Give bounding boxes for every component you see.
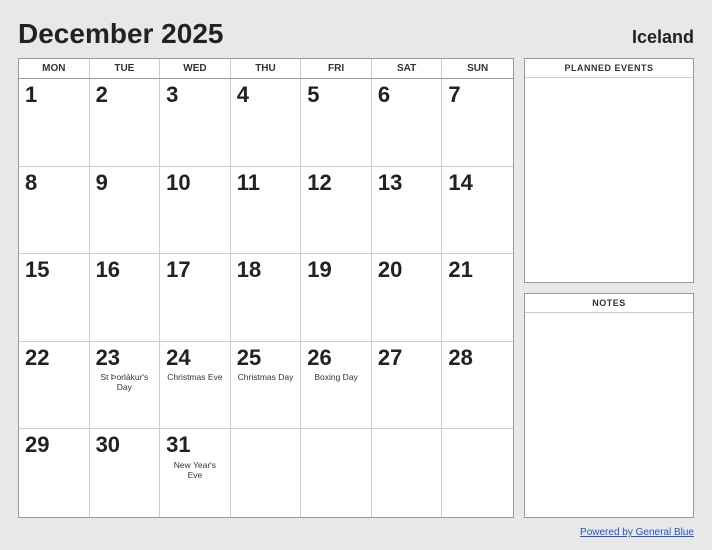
day-cell: 16 [90,254,161,342]
notes-title: NOTES [525,294,693,313]
day-event-label: Christmas Eve [166,372,224,382]
day-cell: 30 [90,429,161,517]
calendar-grid: 1234567891011121314151617181920212223St … [19,79,513,517]
day-number: 1 [25,83,37,107]
day-event-label: New Year's Eve [166,460,224,480]
day-number: 25 [237,346,261,370]
powered-by-link[interactable]: Powered by General Blue [580,527,694,538]
day-number: 15 [25,258,49,282]
day-number: 6 [378,83,390,107]
day-cell: 3 [160,79,231,167]
day-number: 27 [378,346,402,370]
day-event-label: Christmas Day [237,372,295,382]
day-header: SAT [372,59,443,78]
day-number: 22 [25,346,49,370]
day-cell: 4 [231,79,302,167]
day-cell: 29 [19,429,90,517]
day-number: 31 [166,433,190,457]
month-title: December 2025 [18,18,223,50]
day-number: 11 [237,171,260,195]
country-title: Iceland [632,27,694,48]
day-number: 3 [166,83,178,107]
header: December 2025 Iceland [18,18,694,50]
day-number: 29 [25,433,49,457]
day-number: 18 [237,258,261,282]
planned-events-content [525,78,693,282]
main-area: MONTUEWEDTHUFRISATSUN 123456789101112131… [18,58,694,518]
day-number: 5 [307,83,319,107]
day-number: 16 [96,258,120,282]
day-number: 17 [166,258,190,282]
day-cell: 22 [19,342,90,430]
day-number: 10 [166,171,190,195]
day-number: 2 [96,83,108,107]
day-cell [442,429,513,517]
day-cell: 2 [90,79,161,167]
day-cell: 8 [19,167,90,255]
day-number: 20 [378,258,402,282]
day-cell [231,429,302,517]
day-number: 23 [96,346,120,370]
day-number: 26 [307,346,331,370]
day-number: 24 [166,346,190,370]
day-cell: 6 [372,79,443,167]
day-cell: 18 [231,254,302,342]
day-cell: 28 [442,342,513,430]
day-header: TUE [90,59,161,78]
day-header: THU [231,59,302,78]
day-cell [301,429,372,517]
day-number: 19 [307,258,331,282]
day-cell: 1 [19,79,90,167]
day-number: 13 [378,171,402,195]
day-number: 12 [307,171,331,195]
notes-box: NOTES [524,293,694,518]
footer: Powered by General Blue [18,522,694,540]
day-cell: 21 [442,254,513,342]
side-section: PLANNED EVENTS NOTES [524,58,694,518]
day-cell: 24 Christmas Eve [160,342,231,430]
day-cell: 26 Boxing Day [301,342,372,430]
day-cell: 19 [301,254,372,342]
day-number: 30 [96,433,120,457]
day-cell: 23St Þorlákur's Day [90,342,161,430]
day-header: FRI [301,59,372,78]
day-cell: 12 [301,167,372,255]
calendar-page: December 2025 Iceland MONTUEWEDTHUFRISAT… [0,0,712,550]
day-cell: 25 Christmas Day [231,342,302,430]
day-cell: 11 [231,167,302,255]
day-cell: 20 [372,254,443,342]
day-event-label: St Þorlákur's Day [96,372,154,392]
day-number: 14 [448,171,472,195]
day-number: 7 [448,83,460,107]
day-number: 21 [448,258,472,282]
day-number: 9 [96,171,108,195]
day-header: MON [19,59,90,78]
planned-events-title: PLANNED EVENTS [525,59,693,78]
day-event-label: Boxing Day [307,372,365,382]
day-headers: MONTUEWEDTHUFRISATSUN [19,59,513,79]
day-cell: 31 New Year's Eve [160,429,231,517]
day-header: SUN [442,59,513,78]
day-cell: 13 [372,167,443,255]
day-cell: 27 [372,342,443,430]
day-number: 8 [25,171,37,195]
day-cell: 7 [442,79,513,167]
day-cell: 5 [301,79,372,167]
day-header: WED [160,59,231,78]
notes-content [525,313,693,517]
planned-events-box: PLANNED EVENTS [524,58,694,283]
day-cell: 17 [160,254,231,342]
day-cell: 10 [160,167,231,255]
day-cell: 15 [19,254,90,342]
day-cell [372,429,443,517]
day-cell: 14 [442,167,513,255]
day-cell: 9 [90,167,161,255]
day-number: 4 [237,83,249,107]
day-number: 28 [448,346,472,370]
calendar-section: MONTUEWEDTHUFRISATSUN 123456789101112131… [18,58,514,518]
